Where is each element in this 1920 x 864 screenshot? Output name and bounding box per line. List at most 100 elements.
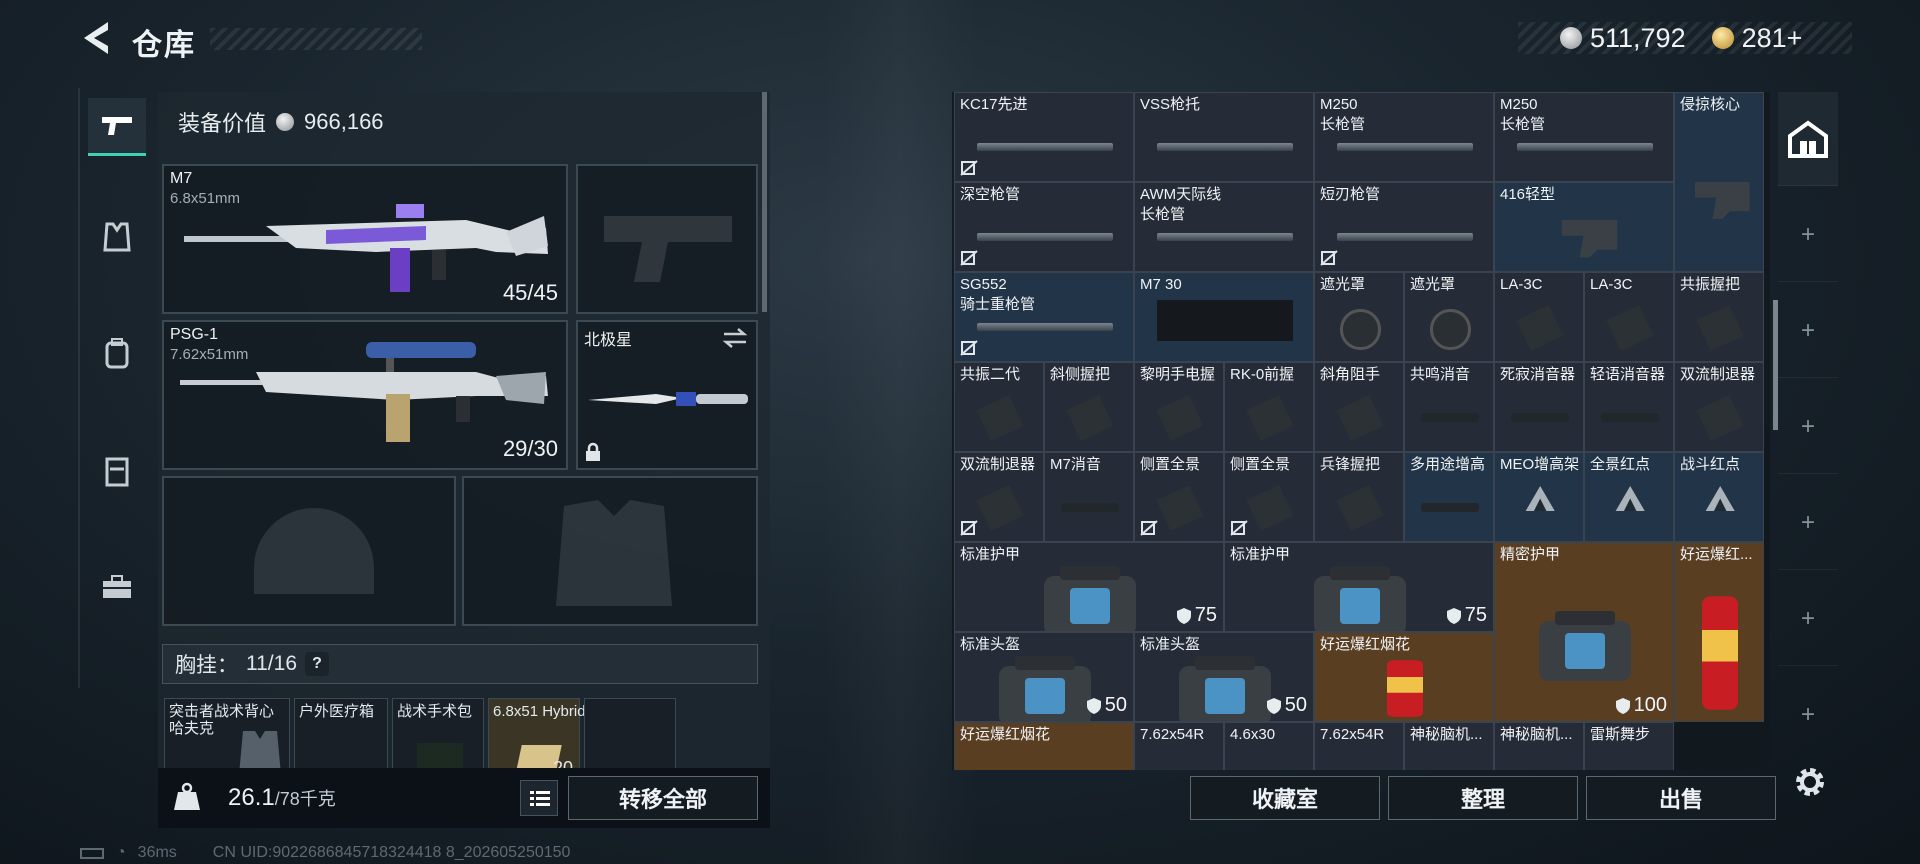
warehouse-item[interactable]: 轻语消音器 — [1584, 362, 1674, 452]
warehouse-item[interactable]: 双流制退器 — [1674, 362, 1764, 452]
help-icon[interactable]: ? — [305, 652, 329, 676]
chest-label: 胸挂： — [175, 654, 238, 677]
warehouse-item[interactable]: 4.6x30 — [1224, 722, 1314, 770]
warehouse-item[interactable]: 标准护甲 75 — [954, 542, 1224, 632]
attachment-icon — [1156, 394, 1204, 441]
warehouse-item[interactable]: 共鸣消音 — [1404, 362, 1494, 452]
warehouse-item[interactable]: 斜角阻手 — [1314, 362, 1404, 452]
back-arrow-icon[interactable] — [78, 18, 114, 58]
sidearm-slot-empty[interactable] — [576, 164, 758, 314]
warehouse-item[interactable]: 侧置全景 — [1224, 452, 1314, 542]
warehouse-item[interactable]: 黎明手电握 — [1134, 362, 1224, 452]
armor-slot-empty[interactable] — [462, 476, 758, 626]
warehouse-item[interactable]: 遮光罩 — [1314, 272, 1404, 362]
warehouse-item[interactable]: 深空枪管 — [954, 182, 1134, 272]
warehouse-item[interactable]: 兵锋握把 — [1314, 452, 1404, 542]
warehouse-item[interactable]: 7.62x54R — [1314, 722, 1404, 770]
uid-text: CN UID:9022686845718324418 8_20260525015… — [212, 844, 571, 861]
warehouse-item[interactable]: 好运爆红... — [1674, 542, 1764, 722]
collection-room-button[interactable]: 收藏室 — [1190, 776, 1380, 820]
warehouse-item[interactable]: 全景红点 — [1584, 452, 1674, 542]
rail-toolbox-tab[interactable] — [88, 558, 146, 616]
item-name: 标准头盔 — [960, 636, 1021, 653]
add-warehouse-tab[interactable]: + — [1778, 572, 1838, 666]
rail-weapons-tab[interactable] — [88, 98, 146, 156]
warehouse-tab-main[interactable] — [1778, 92, 1838, 186]
warehouse-item[interactable]: 侧置全景 — [1134, 452, 1224, 542]
attachment-icon — [976, 394, 1024, 441]
warehouse-item[interactable]: 多用途增高 — [1404, 452, 1494, 542]
list-view-button[interactable] — [520, 780, 558, 816]
helmet-slot-empty[interactable] — [162, 476, 456, 626]
swap-icon[interactable] — [722, 328, 748, 348]
durability: 50 — [1086, 694, 1127, 717]
melee-slot[interactable]: 北极星 — [576, 320, 758, 470]
warehouse-item[interactable]: 遮光罩 — [1404, 272, 1494, 362]
settings-gear-icon[interactable] — [1790, 762, 1830, 802]
add-warehouse-tab[interactable]: + — [1778, 380, 1838, 474]
item-name: 深空枪管 — [960, 186, 1021, 203]
item-name: 神秘脑机... — [1410, 726, 1483, 743]
rail-armor-tab[interactable] — [88, 208, 146, 266]
warehouse-item[interactable]: M7 30 — [1134, 272, 1314, 362]
warehouse-item[interactable]: 神秘脑机... — [1494, 722, 1584, 770]
durability: 75 — [1176, 604, 1217, 627]
warehouse-item[interactable]: M250 长枪管 — [1494, 92, 1674, 182]
item-name: 遮光罩 — [1410, 276, 1456, 293]
sell-button[interactable]: 出售 — [1586, 776, 1776, 820]
warehouse-item[interactable]: 神秘脑机... — [1404, 722, 1494, 770]
warehouse-item[interactable]: 双流制退器 — [954, 452, 1044, 542]
warehouse-item[interactable]: 共振二代 — [954, 362, 1044, 452]
warehouse-item[interactable]: 雷斯舞步 — [1584, 722, 1674, 770]
warehouse-item[interactable]: 标准护甲 75 — [1224, 542, 1494, 632]
silver-amount: 511,792 — [1590, 22, 1686, 53]
warehouse-item[interactable]: 416轻型 — [1494, 182, 1674, 272]
add-warehouse-tab[interactable]: + — [1778, 188, 1838, 282]
warehouse-item[interactable]: VSS枪托 — [1134, 92, 1314, 182]
armor-placeholder-icon — [556, 500, 672, 606]
warehouse-item[interactable]: 侵掠核心 — [1674, 92, 1764, 272]
warehouse-item[interactable]: 好运爆红烟花 — [954, 722, 1134, 770]
shield-icon — [1446, 607, 1461, 624]
warehouse-item[interactable]: 标准头盔 50 — [954, 632, 1134, 722]
warehouse-item[interactable]: LA-3C — [1584, 272, 1674, 362]
weight-readout: 26.1/78千克 — [228, 784, 336, 812]
warehouse-item[interactable]: SG552 骑士重枪管 — [954, 272, 1134, 362]
warehouse-item[interactable]: 好运爆红烟花 — [1314, 632, 1494, 722]
sort-button[interactable]: 整理 — [1388, 776, 1578, 820]
transfer-all-button[interactable]: 转移全部 — [568, 776, 758, 820]
currency-bar: 511,792 281+ — [1518, 22, 1852, 54]
attachment-icon — [1066, 394, 1114, 441]
item-name: 死寂消音器 — [1500, 366, 1576, 383]
warehouse-item[interactable]: 斜侧握把 — [1044, 362, 1134, 452]
warehouse-item[interactable]: MEO增高架 — [1494, 452, 1584, 542]
warehouse-item[interactable]: 短刃枪管 — [1314, 182, 1494, 272]
weapon-part-icon — [1336, 232, 1474, 241]
warehouse-item[interactable]: 精密护甲 100 — [1494, 542, 1674, 722]
warehouse-item[interactable]: M7消音 — [1044, 452, 1134, 542]
warehouse-item[interactable]: AWM天际线 长枪管 — [1134, 182, 1314, 272]
warehouse-item[interactable]: 标准头盔 50 — [1134, 632, 1314, 722]
warehouse-item[interactable]: 战斗红点 — [1674, 452, 1764, 542]
warehouse-item[interactable]: RK-0前握 — [1224, 362, 1314, 452]
warehouse-grid[interactable]: KC17先进 VSS枪托 M250 长枪管 M250 长枪管 侵掠核心 深空枪管 AWM天际线长… — [952, 92, 1770, 770]
warehouse-item[interactable]: 共振握把 — [1674, 272, 1764, 362]
secondary-weapon-slot[interactable]: PSG-1 7.62x51mm 29/30 — [162, 320, 568, 470]
gold-amount[interactable]: 281+ — [1742, 23, 1803, 54]
loadout-scrollbar[interactable] — [762, 92, 767, 312]
warehouse-item[interactable]: 7.62x54R — [1134, 722, 1224, 770]
item-name: 4.6x30 — [1230, 726, 1276, 743]
item-name: 精密护甲 — [1500, 546, 1561, 563]
add-warehouse-tab[interactable]: + — [1778, 284, 1838, 378]
warehouse-item[interactable]: M250 长枪管 — [1314, 92, 1494, 182]
add-warehouse-tab[interactable]: + — [1778, 476, 1838, 570]
primary-weapon-slot[interactable]: M7 6.8x51mm 45/45 — [162, 164, 568, 314]
warehouse-item[interactable]: LA-3C — [1494, 272, 1584, 362]
add-warehouse-tab[interactable]: + — [1778, 668, 1838, 762]
rail-case-tab[interactable] — [88, 442, 146, 500]
rail-backpack-tab[interactable] — [88, 324, 146, 382]
durability-value: 75 — [1464, 604, 1487, 626]
warehouse-item[interactable]: 死寂消音器 — [1494, 362, 1584, 452]
warehouse-item[interactable]: KC17先进 — [954, 92, 1134, 182]
item-name: 416轻型 — [1500, 186, 1556, 203]
